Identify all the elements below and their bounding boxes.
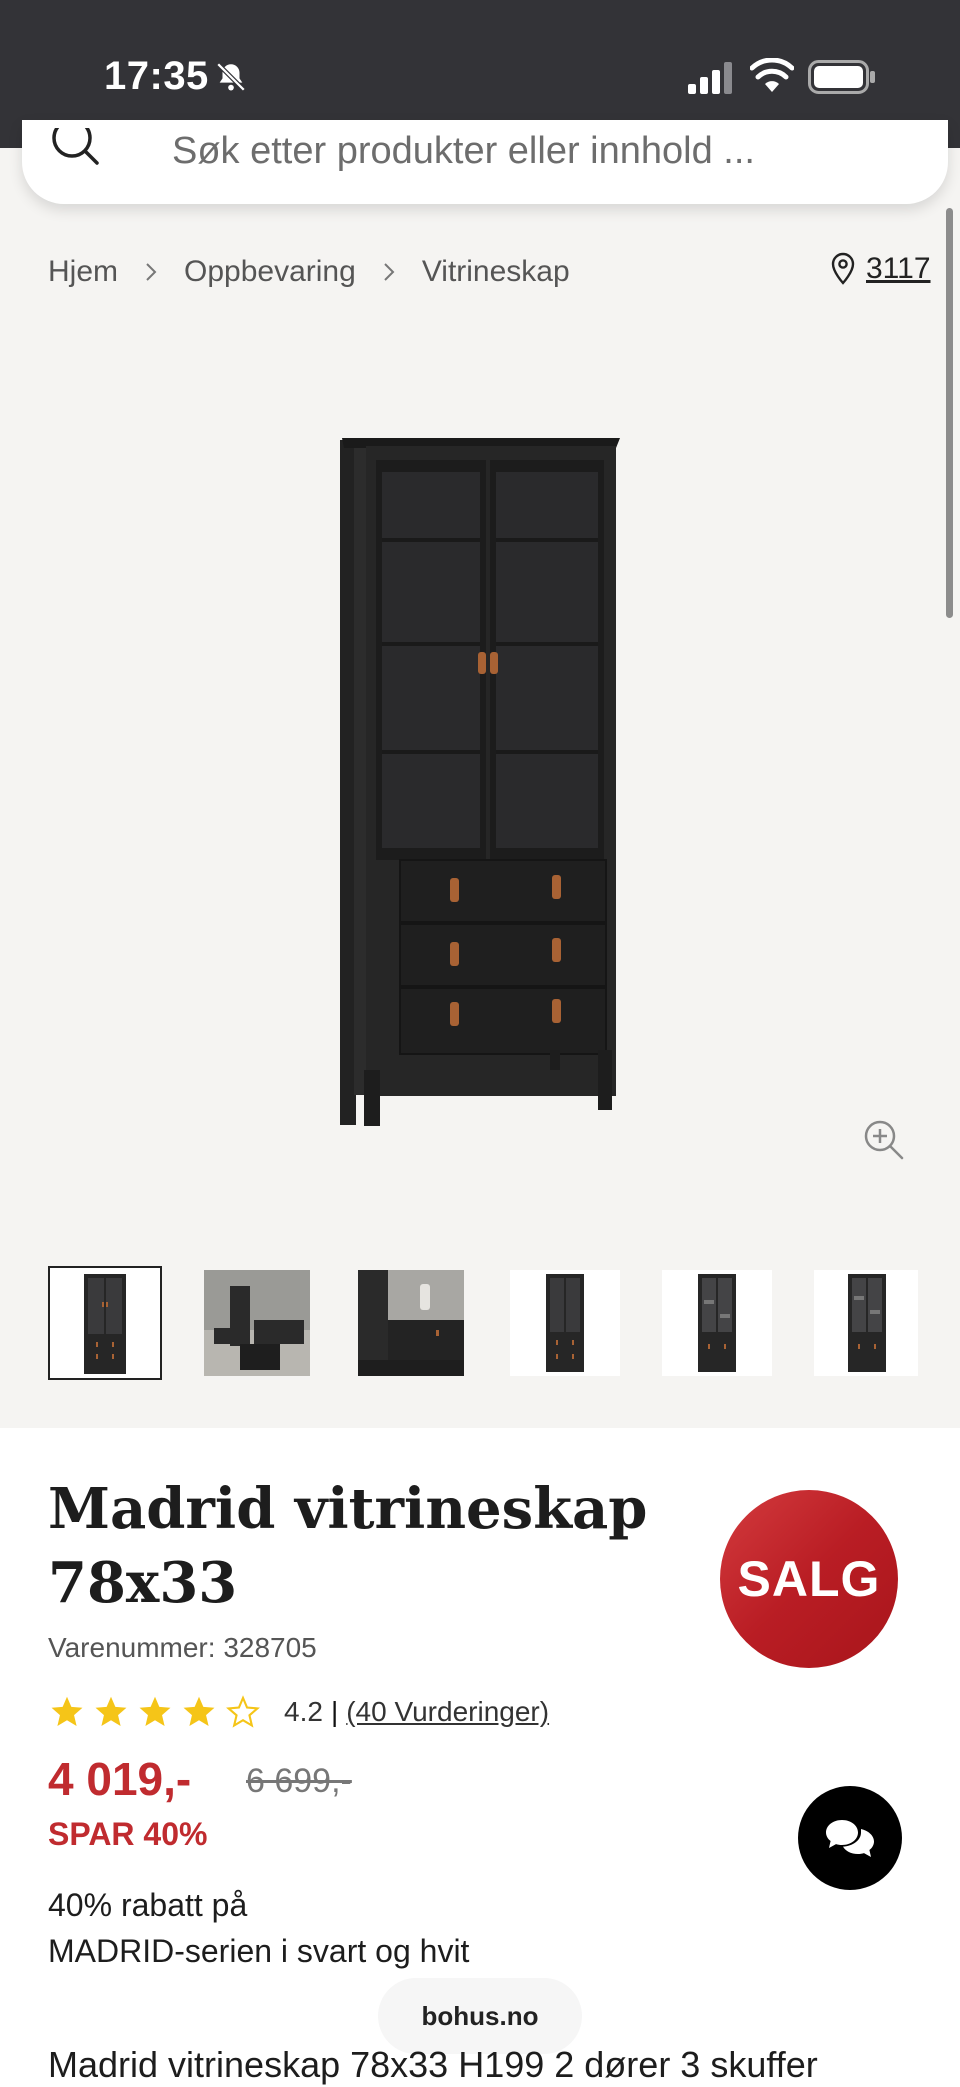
product-title: Madrid vitrineskap 78x33 xyxy=(48,1472,647,1620)
store-number[interactable]: 3117 xyxy=(866,252,931,286)
star-outline-icon xyxy=(226,1695,260,1728)
star-rating xyxy=(48,1694,268,1730)
product-image[interactable] xyxy=(330,430,630,1130)
thumbnail-3[interactable] xyxy=(358,1270,464,1376)
thumbnail-5[interactable] xyxy=(662,1270,772,1376)
search-icon xyxy=(52,128,99,165)
rating-separator: | xyxy=(330,1696,339,1727)
product-title-line1: Madrid vitrineskap xyxy=(48,1476,648,1542)
star-icon xyxy=(183,1696,215,1726)
promo-text: 40% rabatt på MADRID-serien i svart og h… xyxy=(48,1882,469,1974)
chevron-right-icon xyxy=(384,263,395,281)
product-title-line2: 78x33 xyxy=(48,1550,238,1616)
search-bar[interactable]: Søk etter produkter eller innhold ... xyxy=(22,120,948,204)
product-description: Madrid vitrineskap 78x33 H199 2 dører 3 … xyxy=(48,2044,818,2085)
breadcrumb-vitrineskap[interactable]: Vitrineskap xyxy=(422,255,570,289)
bell-slash-icon xyxy=(216,62,246,92)
rating-score: 4.2 xyxy=(284,1696,323,1727)
thumbnail-strip xyxy=(48,1266,918,1380)
wifi-icon xyxy=(750,58,794,92)
zoom-in-icon[interactable] xyxy=(862,1118,906,1162)
status-time: 17:35 xyxy=(104,54,209,98)
save-label: SPAR 40% xyxy=(48,1816,208,1852)
scrollbar[interactable] xyxy=(946,208,953,618)
star-icon xyxy=(95,1696,127,1726)
store-selector[interactable]: 3117 xyxy=(830,252,931,286)
thumbnail-6[interactable] xyxy=(814,1270,918,1376)
current-price: 4 019,- xyxy=(48,1753,192,1805)
product-sku: Varenummer: 328705 xyxy=(48,1632,317,1663)
product-rating: 4.2 | (40 Vurderinger) xyxy=(48,1694,549,1730)
chat-button[interactable] xyxy=(798,1786,902,1890)
promo-line2: MADRID-serien i svart og hvit xyxy=(48,1933,470,1969)
star-icon xyxy=(51,1696,83,1726)
thumbnail-2[interactable] xyxy=(204,1270,310,1376)
breadcrumb: Hjem Oppbevaring Vitrineskap xyxy=(48,252,570,292)
promo-line1: 40% rabatt på xyxy=(48,1887,248,1923)
thumbnail-1[interactable] xyxy=(48,1266,162,1380)
cellular-signal-icon xyxy=(688,62,732,94)
old-price: 6 699,- xyxy=(246,1762,352,1800)
sale-badge: SALG xyxy=(720,1490,898,1668)
breadcrumb-oppbevaring[interactable]: Oppbevaring xyxy=(184,255,356,289)
chevron-right-icon xyxy=(146,263,157,281)
chat-icon xyxy=(826,1820,874,1857)
battery-icon xyxy=(808,60,875,94)
breadcrumb-home[interactable]: Hjem xyxy=(48,255,118,289)
rating-count-link[interactable]: (40 Vurderinger) xyxy=(346,1696,549,1728)
search-input[interactable]: Søk etter produkter eller innhold ... xyxy=(172,130,755,173)
star-icon xyxy=(139,1696,171,1726)
location-pin-icon xyxy=(831,252,855,285)
thumbnail-4[interactable] xyxy=(510,1270,620,1376)
url-pill[interactable]: bohus.no xyxy=(378,1978,582,2054)
